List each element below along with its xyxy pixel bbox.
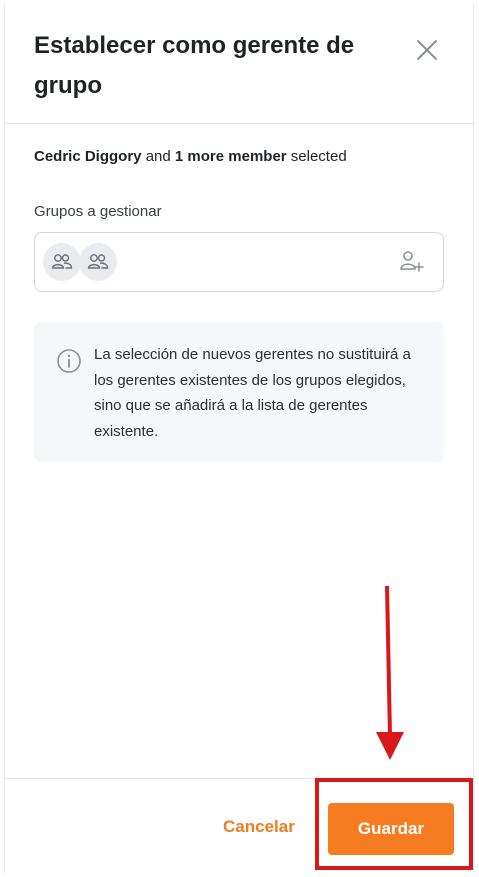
add-user-icon <box>400 251 424 272</box>
panel-footer: Cancelar Guardar <box>5 778 475 873</box>
groups-field-label: Grupos a gestionar <box>34 203 162 220</box>
save-button[interactable]: Guardar <box>328 803 454 855</box>
selection-suffix: selected <box>286 148 347 165</box>
selected-group-chip[interactable] <box>79 243 117 281</box>
close-button[interactable] <box>413 36 441 64</box>
selected-member-count: 1 more member <box>174 148 287 165</box>
panel-title: Establecer como gerente de grupo <box>34 32 355 99</box>
set-group-manager-panel: Establecer como gerente de grupo Cedric … <box>4 4 475 873</box>
panel-header: Establecer como gerente de grupo <box>5 4 475 124</box>
add-group-button[interactable] <box>399 249 425 275</box>
selected-group-chip[interactable] <box>43 243 81 281</box>
group-icon <box>87 254 109 269</box>
selected-member-name: Cedric Diggory <box>34 148 142 165</box>
selection-connector: and <box>141 148 175 165</box>
cancel-button[interactable]: Cancelar <box>223 817 295 837</box>
groups-picker[interactable] <box>34 232 444 292</box>
close-icon <box>417 40 437 60</box>
info-notice: La selección de nuevos gerentes no susti… <box>34 322 444 462</box>
info-notice-text: La selección de nuevos gerentes no susti… <box>94 346 411 440</box>
group-icon <box>51 254 73 269</box>
info-icon <box>57 349 81 373</box>
selection-summary: Cedric Diggory and 1 more member selecte… <box>34 147 347 167</box>
